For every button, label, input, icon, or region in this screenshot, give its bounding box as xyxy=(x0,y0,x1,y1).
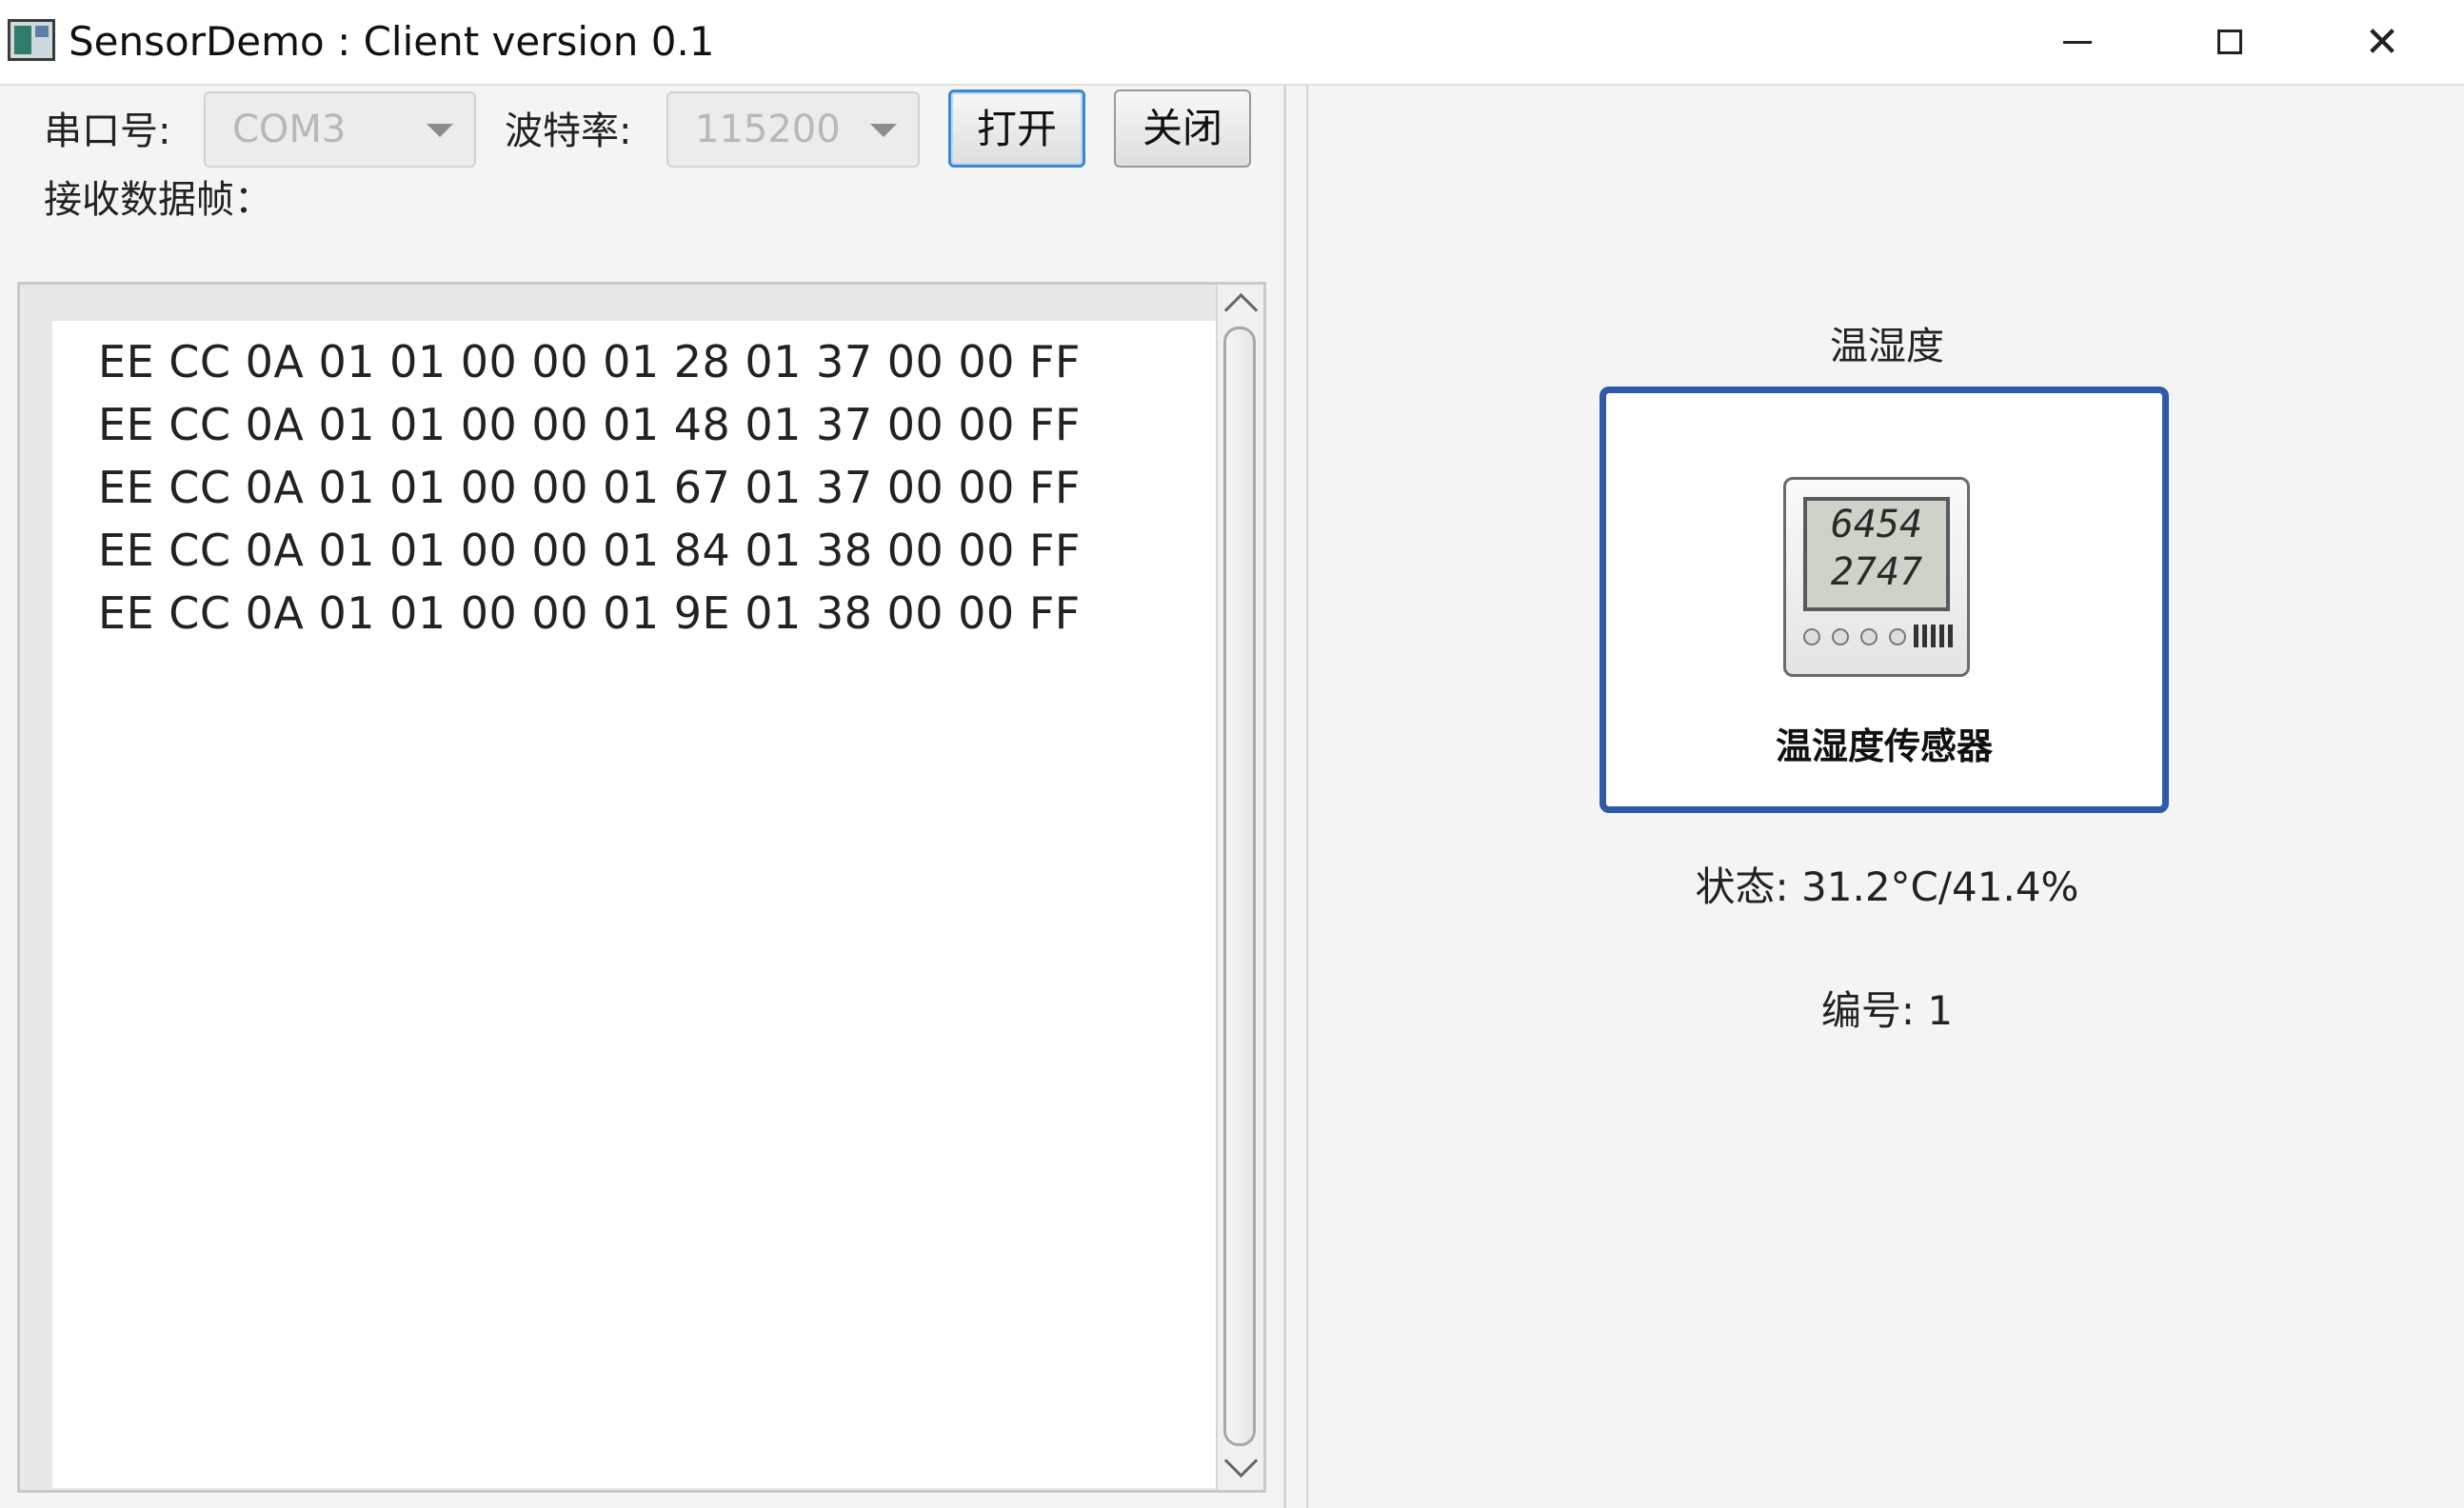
vertical-scrollbar[interactable] xyxy=(1216,285,1263,1490)
close-port-button[interactable]: 关闭 xyxy=(1114,89,1251,168)
receive-label: 接收数据帧： xyxy=(44,178,272,222)
receive-textarea[interactable]: EE CC 0A 01 01 00 00 01 28 01 37 00 00 F… xyxy=(17,282,1266,1493)
minimize-button[interactable] xyxy=(2001,0,2154,84)
open-port-button[interactable]: 打开 xyxy=(948,89,1085,168)
lcd-top-value: 6454 xyxy=(1830,503,1923,546)
device-vent-icon xyxy=(1914,625,1956,647)
scroll-up-icon[interactable] xyxy=(1223,292,1259,327)
close-window-button[interactable]: ✕ xyxy=(2306,0,2458,84)
chevron-down-icon xyxy=(870,124,897,137)
sensor-card[interactable]: 6454 2747 温湿度传感器 xyxy=(1600,387,2169,813)
app-window: SensorDemo : Client version 0.1 ✕ 串口号: C… xyxy=(0,0,2464,1508)
maximize-icon xyxy=(2217,30,2242,54)
scroll-down-icon[interactable] xyxy=(1223,1443,1259,1478)
thermo-hygrometer-icon: 6454 2747 xyxy=(1783,477,1970,677)
baud-label: 波特率: xyxy=(505,109,632,153)
baud-select[interactable]: 115200 xyxy=(666,91,920,168)
minimize-icon xyxy=(2063,40,2092,44)
port-label: 串口号: xyxy=(44,109,171,153)
frame-line: EE CC 0A 01 01 00 00 01 48 01 37 00 00 F… xyxy=(98,399,1081,450)
sensor-panel: 温湿度 6454 2747 温湿度传感器 状态: 31.2°C/41.4% 编号… xyxy=(1306,86,2464,1508)
frame-line: EE CC 0A 01 01 00 00 01 84 01 38 00 00 F… xyxy=(98,525,1081,576)
frame-line: EE CC 0A 01 01 00 00 01 9E 01 38 00 00 F… xyxy=(98,587,1081,639)
receive-text-content[interactable]: EE CC 0A 01 01 00 00 01 28 01 37 00 00 F… xyxy=(52,321,1233,1488)
port-select-value: COM3 xyxy=(232,108,347,151)
scroll-thumb[interactable] xyxy=(1223,327,1256,1446)
sensor-id: 编号: 1 xyxy=(1820,987,1954,1034)
lcd-bottom-value: 2747 xyxy=(1830,550,1923,594)
device-buttons xyxy=(1803,628,1906,645)
port-select[interactable]: COM3 xyxy=(204,91,476,168)
sensor-status: 状态: 31.2°C/41.4% xyxy=(1695,863,2079,910)
serial-panel: 串口号: COM3 波特率: 115200 打开 关闭 接收数据帧： EE CC… xyxy=(0,86,1286,1508)
title-bar[interactable]: SensorDemo : Client version 0.1 ✕ xyxy=(0,0,2464,86)
lcd-display: 6454 2747 xyxy=(1803,497,1950,611)
window-title: SensorDemo : Client version 0.1 xyxy=(69,18,715,65)
baud-select-value: 115200 xyxy=(695,108,841,151)
frame-line: EE CC 0A 01 01 00 00 01 67 01 37 00 00 F… xyxy=(98,462,1081,513)
frame-line: EE CC 0A 01 01 00 00 01 28 01 37 00 00 F… xyxy=(98,336,1081,387)
sensor-heading: 温湿度 xyxy=(1830,325,1944,368)
chevron-down-icon xyxy=(427,124,453,137)
close-icon: ✕ xyxy=(2364,17,2400,67)
maximize-button[interactable] xyxy=(2154,0,2306,84)
app-icon xyxy=(8,19,55,61)
sensor-card-label: 温湿度传感器 xyxy=(1775,725,1993,767)
